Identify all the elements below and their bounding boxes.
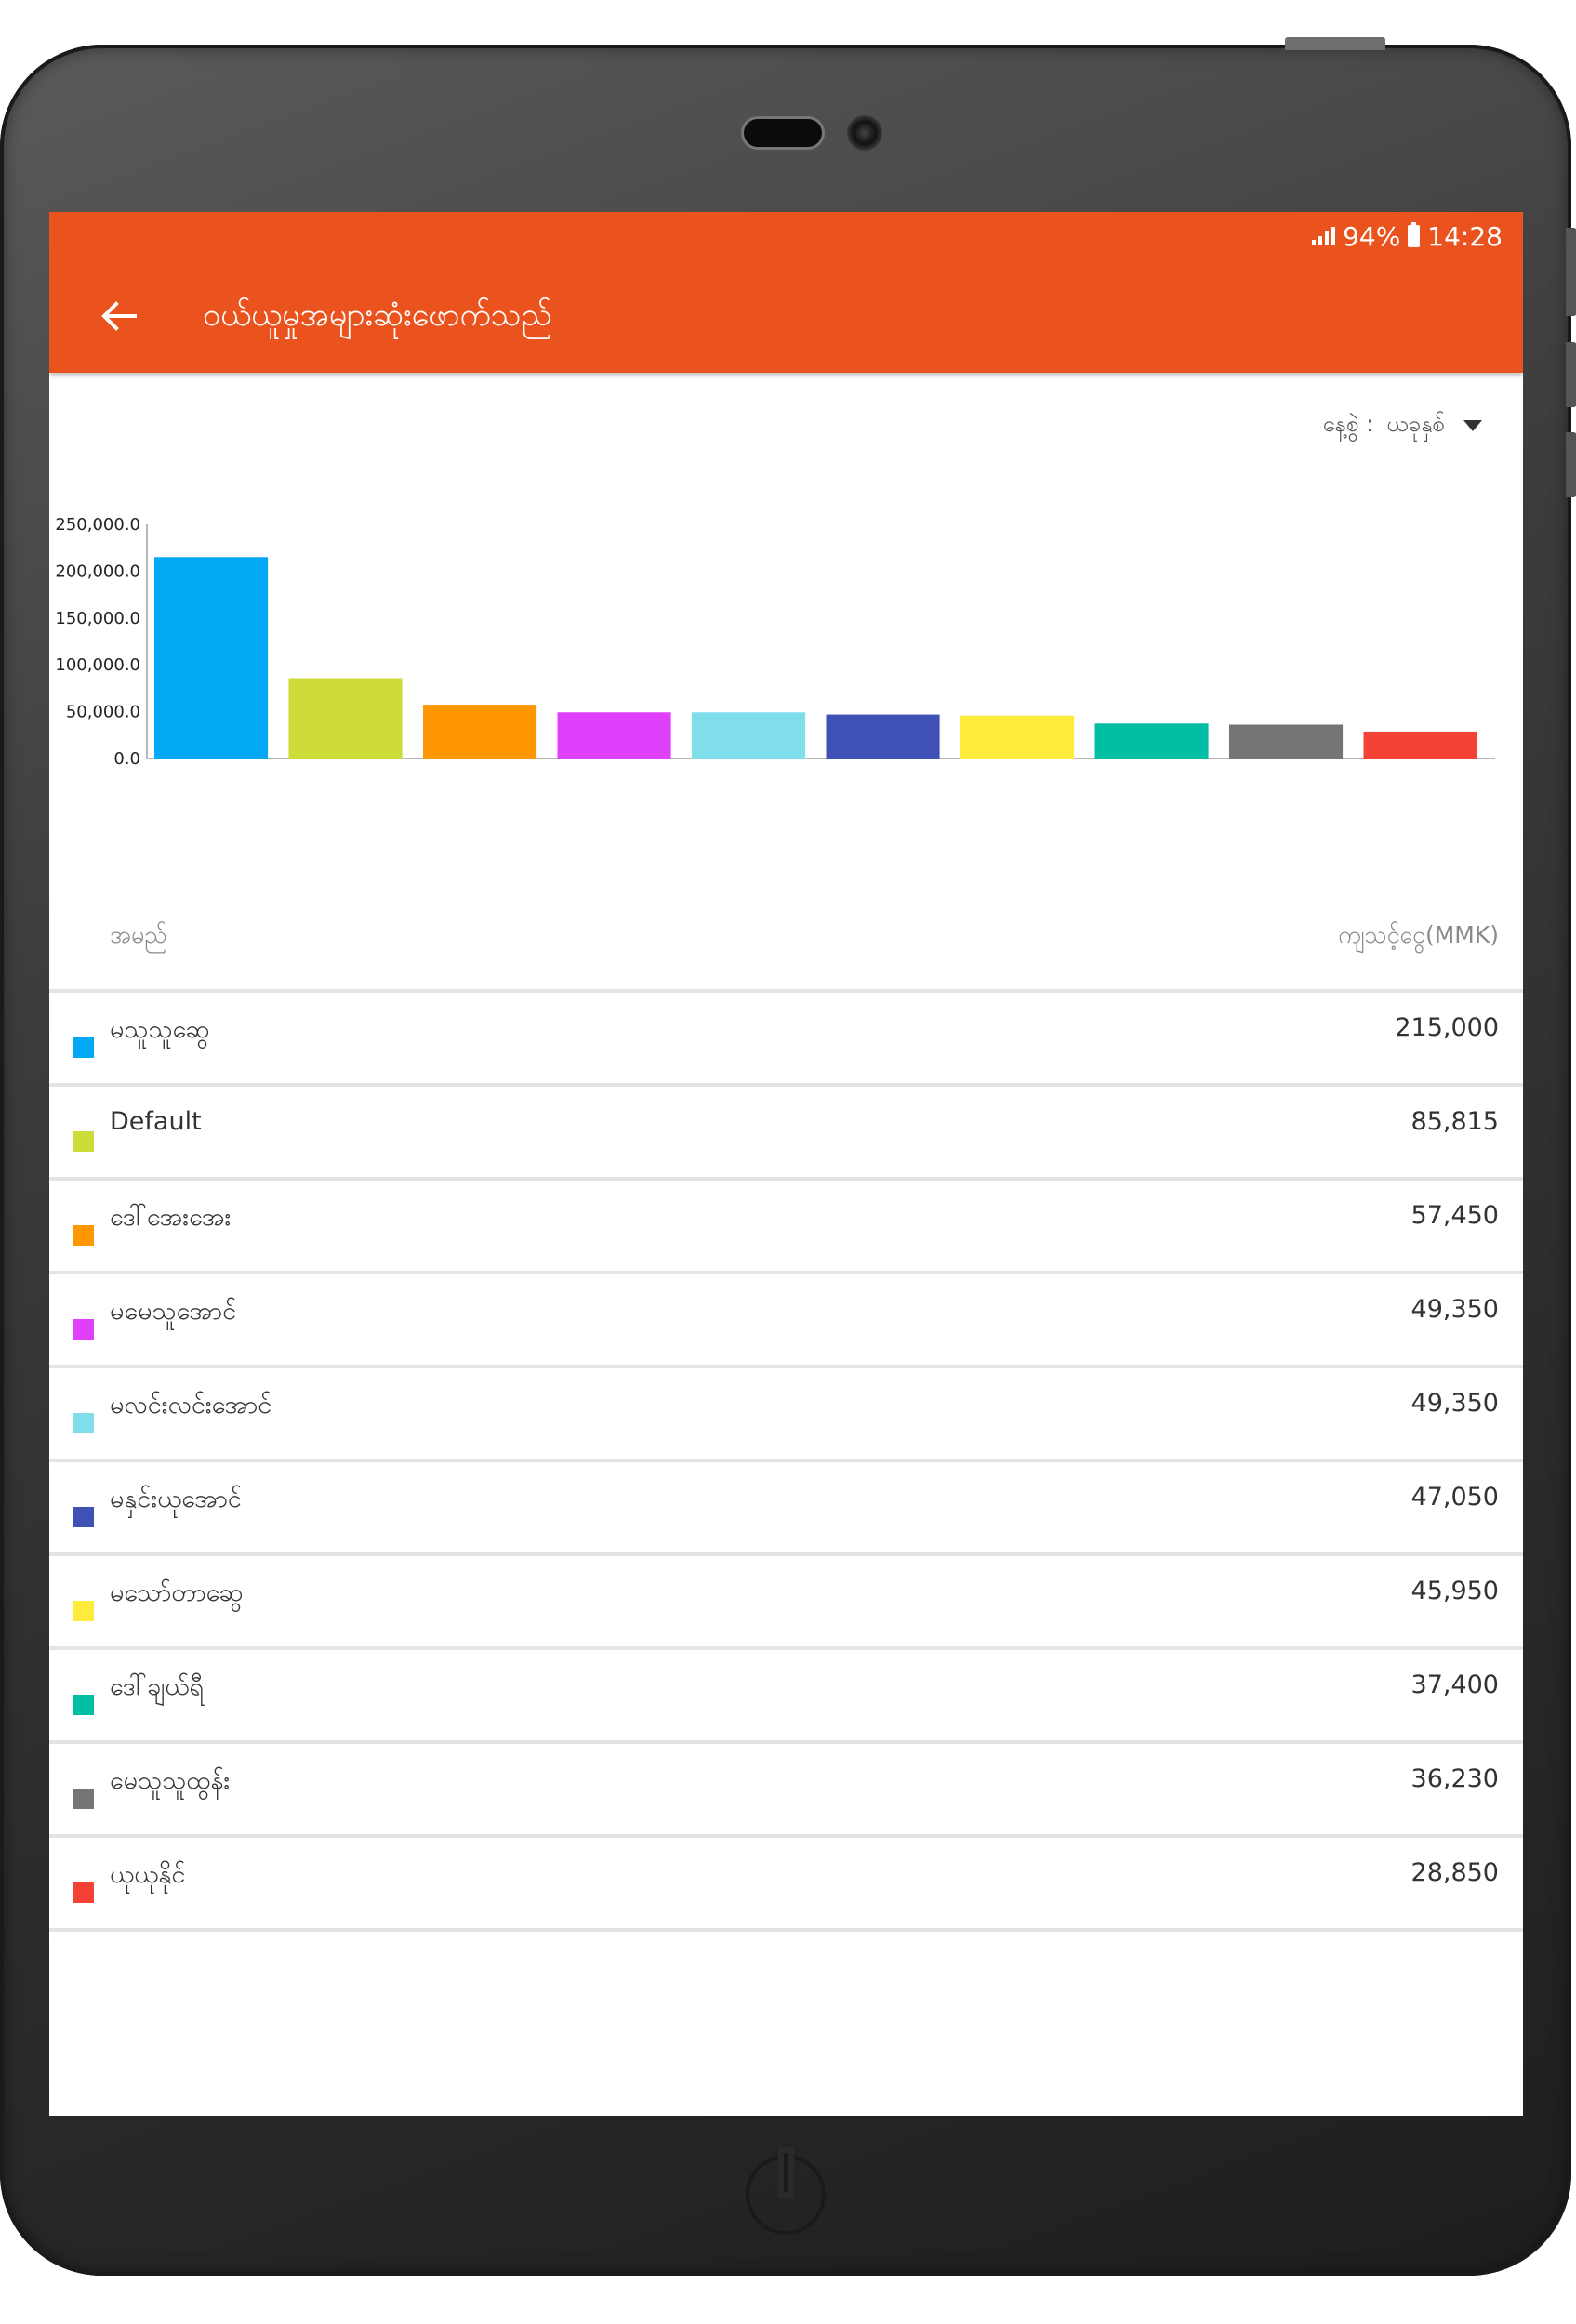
bar xyxy=(1229,724,1344,759)
customer-name: မမေသူအောင် xyxy=(110,1297,237,1326)
bar xyxy=(557,712,671,759)
name-column-header: အမည် xyxy=(110,921,167,948)
customer-name: မသူသူဆွေ xyxy=(110,1015,210,1044)
y-tick-label: 200,000.0 xyxy=(55,561,140,581)
customer-name: မနှင်းယုအောင် xyxy=(110,1485,242,1513)
bar xyxy=(423,705,537,759)
dropdown-caret-icon xyxy=(1463,420,1482,431)
color-swatch xyxy=(73,1882,94,1903)
customer-amount: 49,350 xyxy=(1410,1389,1499,1418)
customer-name: Default xyxy=(110,1107,202,1136)
customer-amount: 36,230 xyxy=(1410,1764,1499,1793)
battery-icon xyxy=(1408,222,1421,247)
list-item[interactable]: မသော်တာဆွေ 45,950 xyxy=(49,1552,1523,1646)
customer-amount: 28,850 xyxy=(1410,1858,1499,1887)
bar xyxy=(692,712,806,759)
list-item[interactable]: မနှင်းယုအောင် 47,050 xyxy=(49,1459,1523,1552)
color-swatch xyxy=(73,1413,94,1433)
customer-amount: 47,050 xyxy=(1410,1483,1499,1512)
app-bar: 94% 14:28 ဝယ်ယူမှုအများဆုံးဖောက်သည် xyxy=(49,212,1523,373)
bar xyxy=(154,557,269,759)
color-swatch xyxy=(73,1131,94,1152)
bar xyxy=(288,678,403,759)
customer-amount: 45,950 xyxy=(1410,1577,1499,1605)
bar xyxy=(960,715,1075,759)
front-camera xyxy=(847,115,882,151)
y-tick-label: 0.0 xyxy=(113,749,140,769)
back-arrow-icon[interactable] xyxy=(98,296,139,337)
clock: 14:28 xyxy=(1427,220,1503,252)
power-icon[interactable] xyxy=(746,2153,826,2235)
color-swatch xyxy=(73,1789,94,1809)
y-tick-label: 100,000.0 xyxy=(55,655,140,675)
volume-up-key xyxy=(1566,228,1576,316)
y-tick-label: 250,000.0 xyxy=(55,515,140,535)
date-filter-dropdown[interactable]: နေ့စွဲ : ယခုနှစ် xyxy=(1323,409,1482,442)
color-swatch xyxy=(73,1319,94,1340)
list-item[interactable]: Default 85,815 xyxy=(49,1083,1523,1177)
customer-name: ယုယုနိုင် xyxy=(110,1860,186,1889)
color-swatch xyxy=(73,1601,94,1621)
customer-list: မသူသူဆွေ 215,000 Default 85,815 ဒေါ်အေးအေး 57… xyxy=(49,989,1523,1932)
color-swatch xyxy=(73,1037,94,1058)
status-bar: 94% 14:28 xyxy=(1312,219,1503,253)
list-item[interactable]: မလင်းလင်းအောင် 49,350 xyxy=(49,1365,1523,1459)
list-item[interactable]: ဒေါ်ချယ်ရီ 37,400 xyxy=(49,1646,1523,1740)
tablet-top-button xyxy=(1285,37,1385,50)
date-filter-label: နေ့စွဲ : xyxy=(1322,411,1374,437)
list-item[interactable]: ဒေါ်အေးအေး 57,450 xyxy=(49,1177,1523,1271)
y-tick-label: 150,000.0 xyxy=(55,609,140,628)
amount-column-header: ကျသင့်ငွေ(MMK) xyxy=(1338,921,1499,948)
battery-percent: 94% xyxy=(1343,220,1401,252)
color-swatch xyxy=(73,1225,94,1246)
y-tick-label: 50,000.0 xyxy=(66,703,140,722)
bar xyxy=(1094,723,1209,759)
bar-chart: 0.0 50,000.0 100,000.0 150,000.0 200,000.0 25… xyxy=(55,515,1495,769)
bar xyxy=(826,714,940,759)
customer-name: ဒေါ်ချယ်ရီ xyxy=(110,1672,205,1701)
customer-amount: 37,400 xyxy=(1410,1670,1499,1699)
customer-amount: 85,815 xyxy=(1410,1107,1499,1136)
page-title: ဝယ်ယူမှုအများဆုံးဖောက်သည် xyxy=(203,297,552,334)
date-filter-value: ယခုနှစ် xyxy=(1386,411,1445,437)
color-swatch xyxy=(73,1695,94,1715)
customer-amount: 49,350 xyxy=(1410,1295,1499,1324)
customer-name: မသော်တာဆွေ xyxy=(110,1578,244,1607)
side-key xyxy=(1566,432,1576,497)
customer-name: မေသူသူထွန်း xyxy=(110,1766,231,1795)
list-item[interactable]: ယုယုနိုင် 28,850 xyxy=(49,1834,1523,1932)
volume-down-key xyxy=(1566,342,1576,407)
speaker-grille xyxy=(744,119,822,147)
color-swatch xyxy=(73,1507,94,1527)
signal-icon xyxy=(1312,227,1336,245)
customer-amount: 215,000 xyxy=(1395,1013,1499,1042)
list-item[interactable]: မမေသူအောင် 49,350 xyxy=(49,1271,1523,1365)
customer-name: မလင်းလင်းအောင် xyxy=(110,1391,272,1419)
customer-amount: 57,450 xyxy=(1410,1201,1499,1230)
bar xyxy=(1363,731,1477,759)
list-item[interactable]: မသူသူဆွေ 215,000 xyxy=(49,989,1523,1083)
screen: 94% 14:28 ဝယ်ယူမှုအများဆုံးဖောက်သည် နေ့စ… xyxy=(49,212,1523,2116)
list-item[interactable]: မေသူသူထွန်း 36,230 xyxy=(49,1740,1523,1834)
customer-name: ဒေါ်အေးအေး xyxy=(110,1203,232,1232)
